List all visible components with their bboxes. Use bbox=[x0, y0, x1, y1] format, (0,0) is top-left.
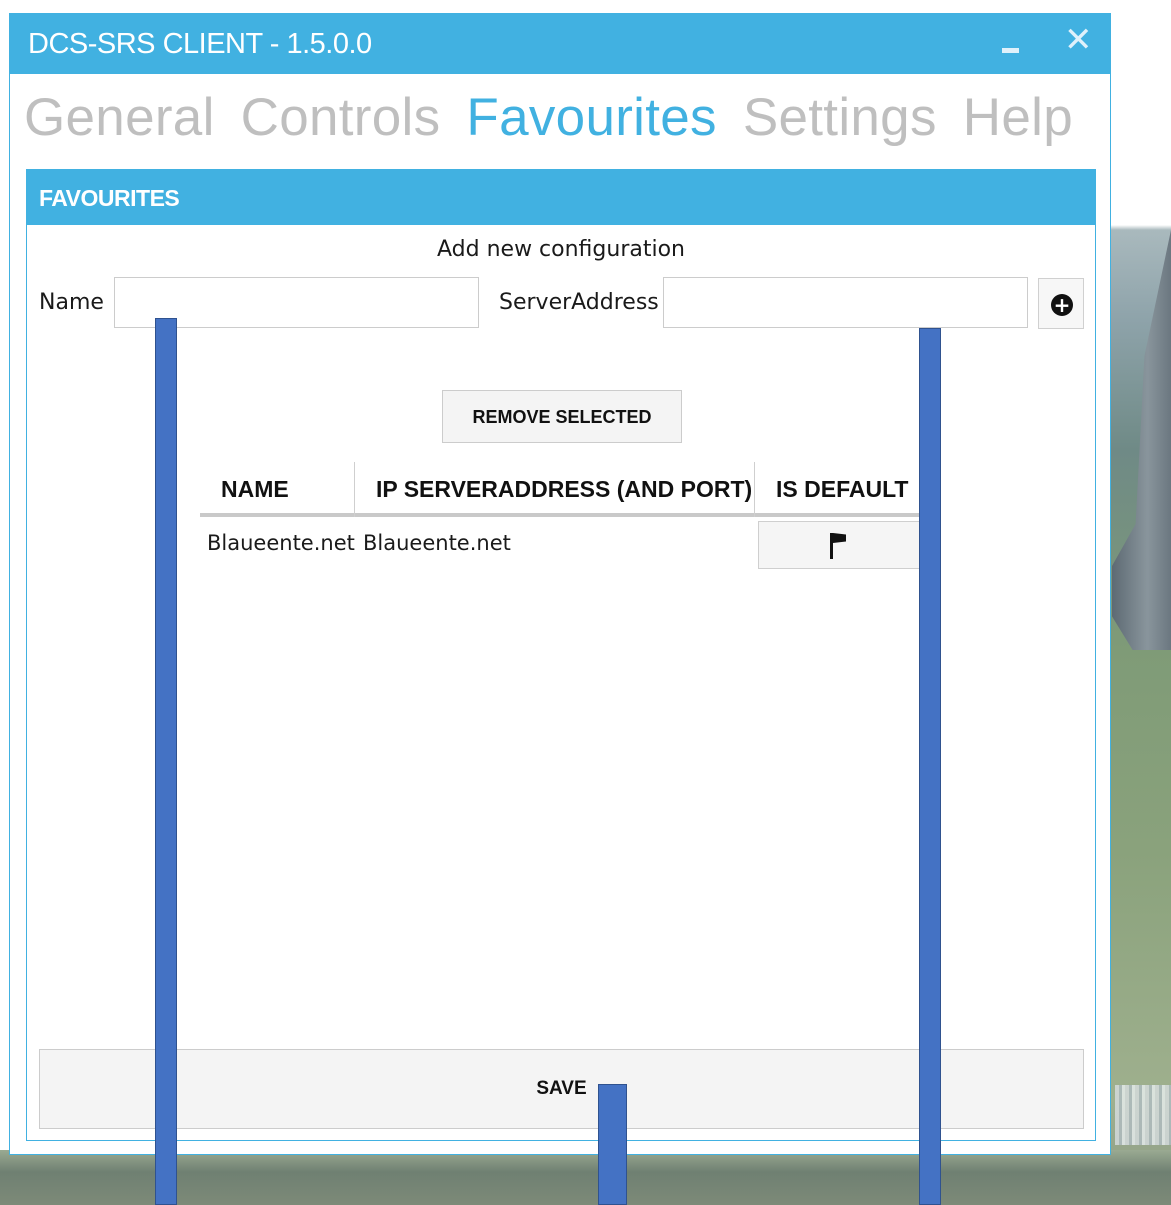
column-header-name[interactable]: NAME bbox=[221, 462, 289, 517]
table-header: NAME IP SERVERADDRESS (AND PORT) IS DEFA… bbox=[200, 462, 920, 517]
flag-icon-cloth bbox=[833, 533, 846, 543]
flag-icon bbox=[830, 533, 833, 559]
favourites-table: NAME IP SERVERADDRESS (AND PORT) IS DEFA… bbox=[200, 462, 920, 571]
set-default-button[interactable] bbox=[758, 521, 920, 569]
close-icon: ✕ bbox=[1064, 20, 1093, 60]
cell-name: Blaueente.net bbox=[207, 531, 355, 555]
title-bar[interactable]: DCS-SRS CLIENT - 1.5.0.0 ✕ bbox=[10, 14, 1110, 74]
column-header-default[interactable]: IS DEFAULT bbox=[776, 462, 908, 517]
name-label: Name bbox=[39, 290, 104, 315]
remove-selected-button[interactable]: REMOVE SELECTED bbox=[442, 390, 682, 443]
panel-header: FAVOURITES bbox=[27, 170, 1095, 225]
background-terrain bbox=[1115, 1085, 1171, 1145]
server-address-label: ServerAddress bbox=[499, 290, 659, 315]
table-row[interactable]: Blaueente.net Blaueente.net bbox=[200, 517, 920, 571]
plus-circle-icon: + bbox=[1051, 294, 1073, 316]
tab-general[interactable]: General bbox=[24, 88, 215, 148]
close-button[interactable]: ✕ bbox=[1050, 14, 1110, 74]
cell-address: Blaueente.net bbox=[363, 531, 511, 555]
tab-bar: General Controls Favourites Settings Hel… bbox=[24, 88, 1073, 148]
window-title: DCS-SRS CLIENT - 1.5.0.0 bbox=[28, 28, 372, 60]
background bbox=[0, 0, 1171, 10]
column-divider[interactable] bbox=[754, 462, 755, 517]
minimize-button[interactable] bbox=[980, 14, 1040, 74]
annotation-bar bbox=[598, 1084, 627, 1205]
tab-help[interactable]: Help bbox=[963, 88, 1073, 148]
annotation-bar bbox=[155, 318, 177, 1205]
tab-settings[interactable]: Settings bbox=[743, 88, 937, 148]
add-configuration-caption: Add new configuration bbox=[437, 237, 685, 262]
add-favourite-button[interactable]: + bbox=[1038, 278, 1084, 329]
tab-favourites[interactable]: Favourites bbox=[466, 88, 716, 148]
minimize-icon bbox=[1002, 48, 1019, 53]
column-divider[interactable] bbox=[354, 462, 355, 517]
server-address-input[interactable] bbox=[663, 277, 1028, 328]
annotation-bar bbox=[919, 328, 941, 1205]
tab-controls[interactable]: Controls bbox=[241, 88, 441, 148]
column-header-address[interactable]: IP SERVERADDRESS (AND PORT) bbox=[376, 462, 752, 517]
